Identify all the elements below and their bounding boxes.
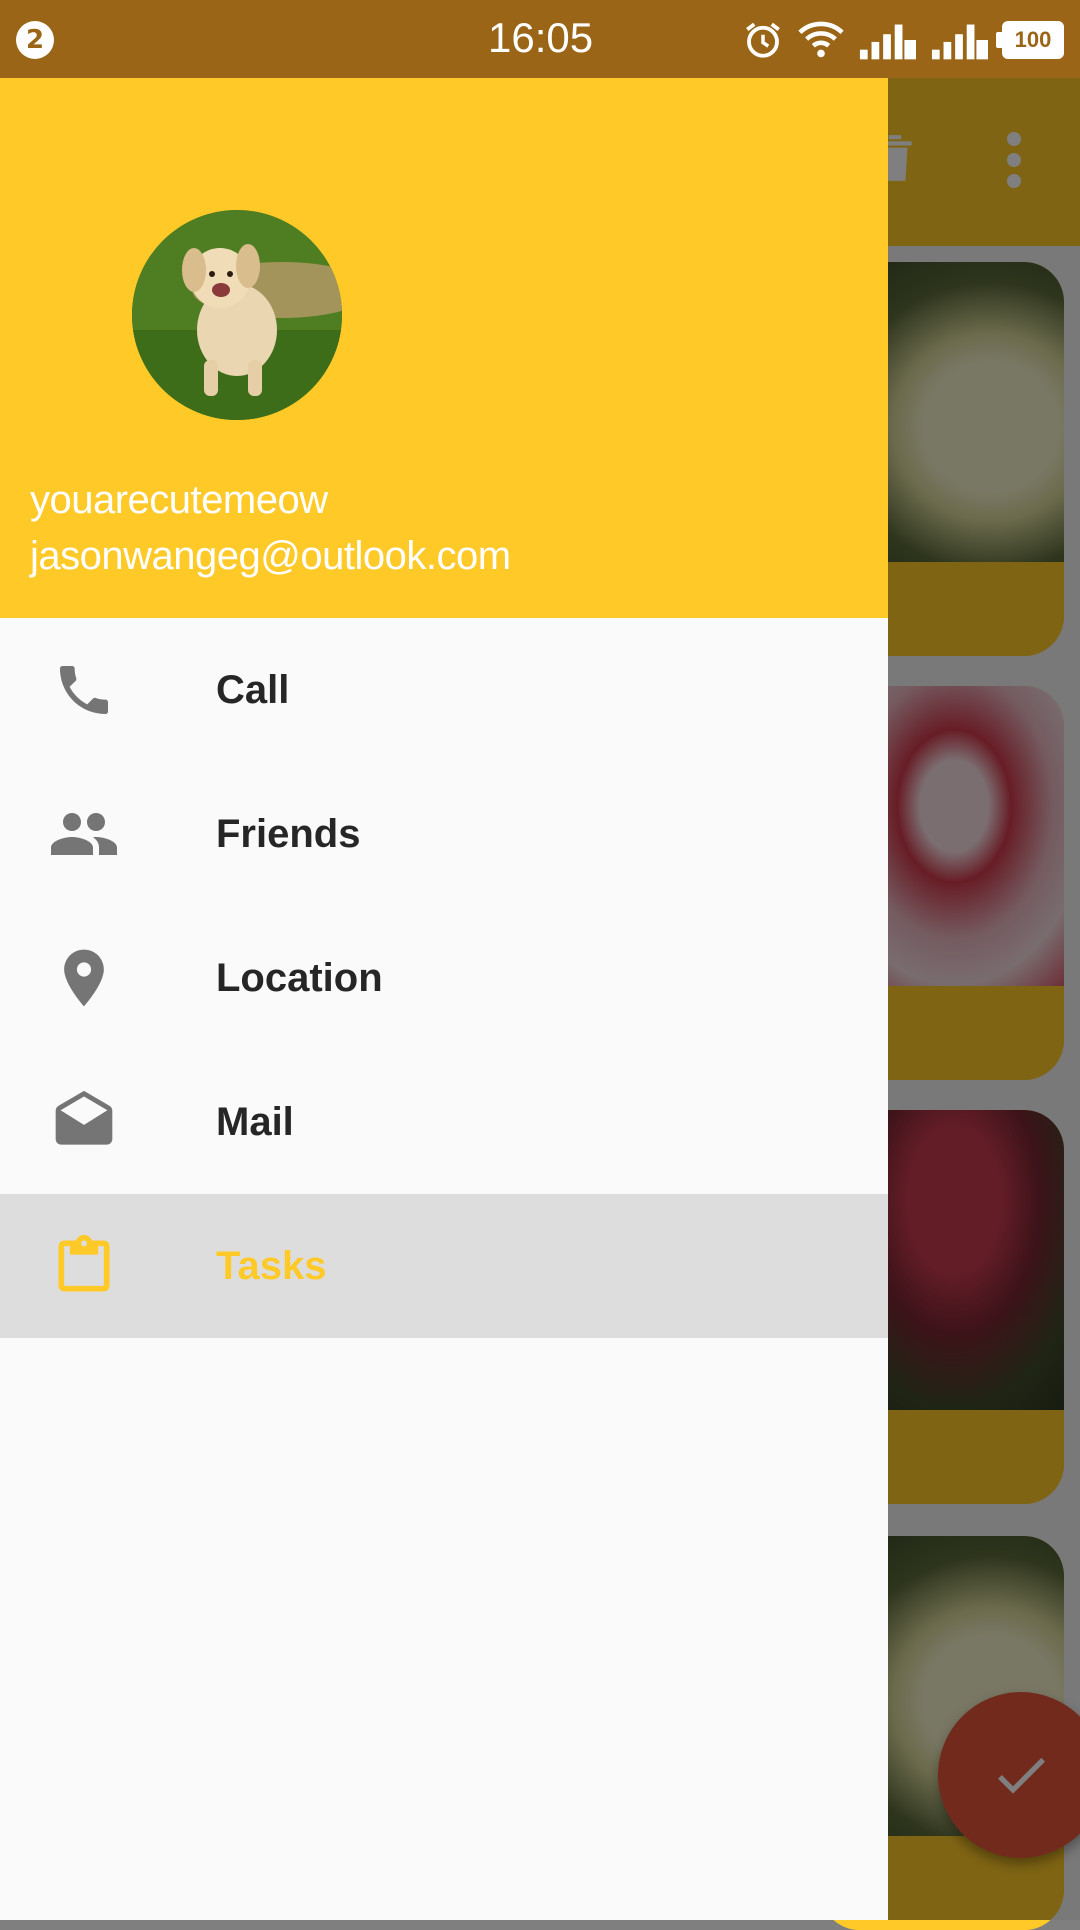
drawer-item-label: Tasks — [216, 1243, 327, 1288]
drawer-menu: Call Friends Location Mail Tasks — [0, 618, 888, 1338]
drawer-item-label: Friends — [216, 811, 361, 856]
puppy-photo — [132, 210, 342, 420]
drawer-item-label: Location — [216, 955, 383, 1000]
mail-open-icon — [48, 1086, 120, 1158]
drawer-item-tasks[interactable]: Tasks — [0, 1194, 888, 1338]
drawer-item-call[interactable]: Call — [0, 618, 888, 762]
drawer-item-label: Call — [216, 667, 290, 712]
wifi-icon — [798, 21, 844, 58]
people-icon — [48, 798, 120, 870]
drawer-item-friends[interactable]: Friends — [0, 762, 888, 906]
navigation-drawer: youarecutemeow jasonwangeg@outlook.com C… — [0, 78, 888, 1920]
signal-sim1-icon — [931, 24, 988, 60]
phone-icon — [48, 654, 120, 726]
notification-count-badge: 2 — [16, 21, 54, 59]
drawer-username: youarecutemeow — [30, 478, 328, 522]
drawer-item-mail[interactable]: Mail — [0, 1050, 888, 1194]
signal-sim2-icon — [859, 24, 916, 60]
drawer-item-label: Mail — [216, 1099, 294, 1144]
status-bar: 2 16:05 100 — [0, 0, 1080, 78]
status-icons: 100 — [742, 16, 1064, 64]
drawer-header: youarecutemeow jasonwangeg@outlook.com — [0, 78, 888, 618]
clipboard-icon — [48, 1230, 120, 1302]
drawer-item-location[interactable]: Location — [0, 906, 888, 1050]
alarm-icon — [746, 22, 780, 58]
drawer-email: jasonwangeg@outlook.com — [30, 534, 511, 578]
location-pin-icon — [48, 942, 120, 1014]
status-clock: 16:05 — [488, 14, 594, 61]
battery-icon: 100 — [996, 21, 1064, 59]
avatar[interactable] — [132, 210, 342, 420]
